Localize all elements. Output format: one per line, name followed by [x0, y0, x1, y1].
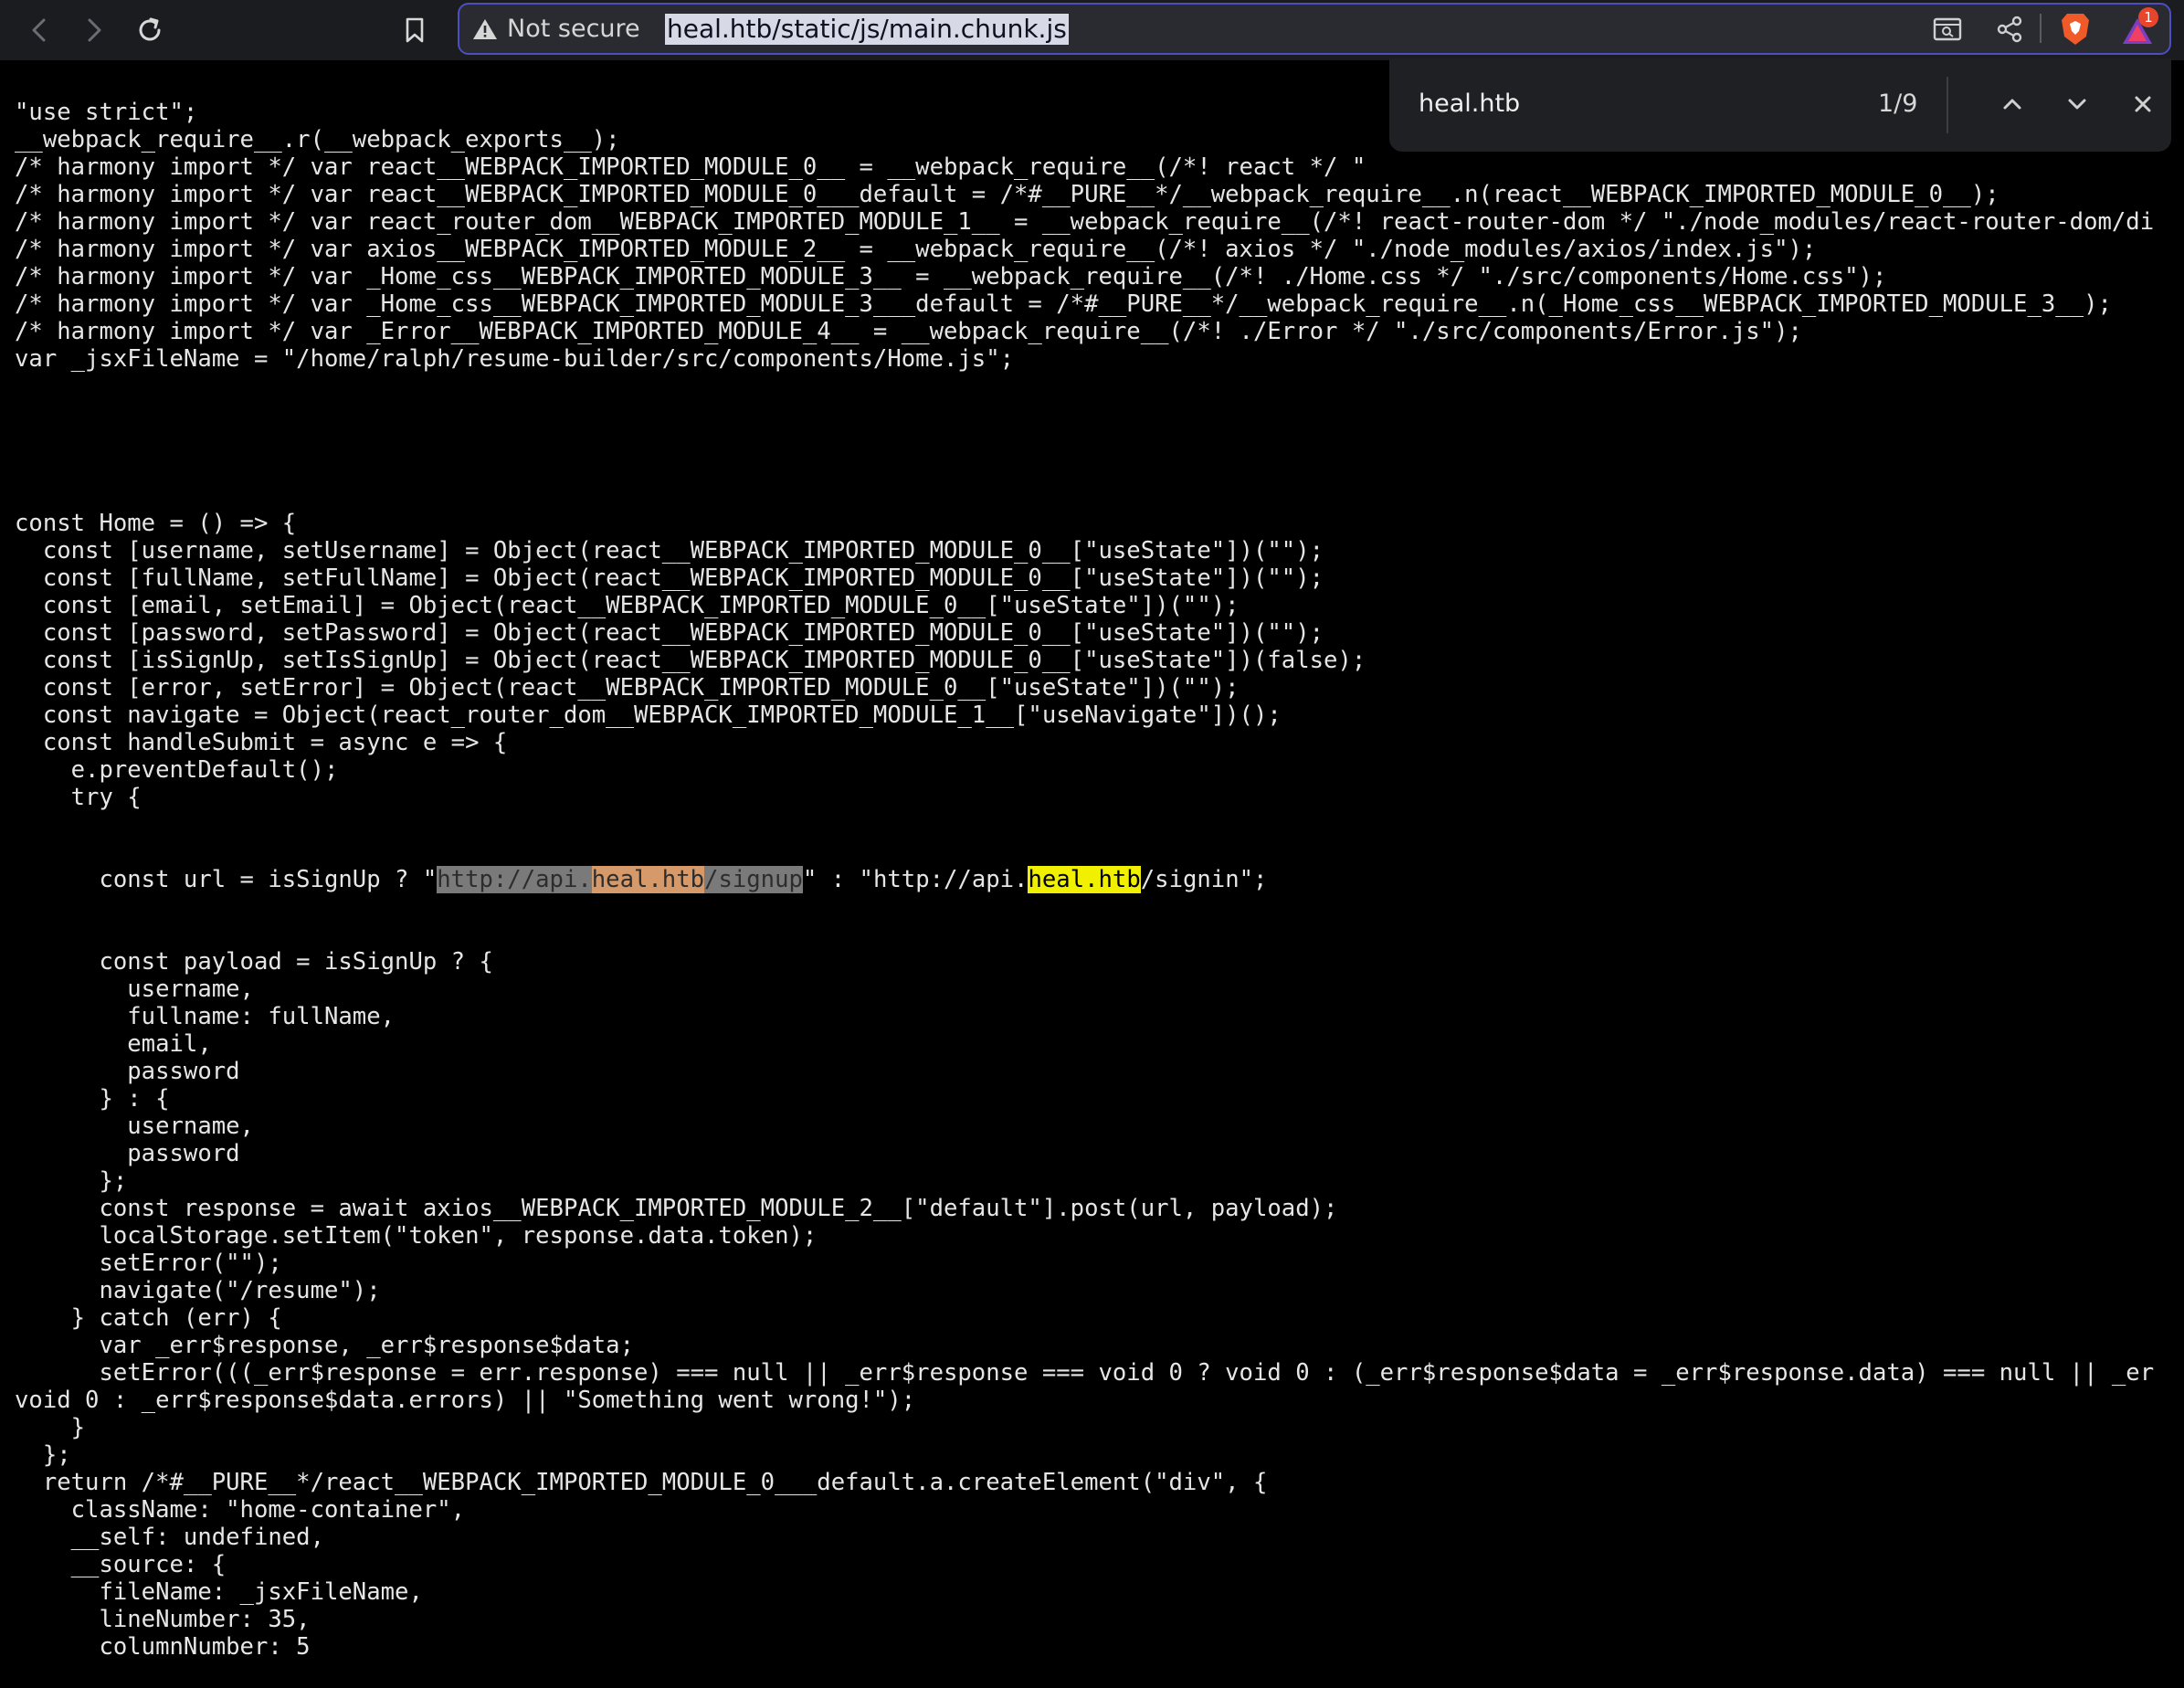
reader-icon [1933, 17, 1962, 41]
code-text: http://api. [437, 866, 592, 893]
bookmark-button[interactable] [393, 8, 437, 52]
code-line: } : { [15, 1085, 170, 1113]
share-icon [1997, 16, 2022, 43]
code-line: const [isSignUp, setIsSignUp] = Object(r… [15, 647, 1366, 674]
security-indicator[interactable]: Not secure [472, 5, 640, 53]
code-text: /signin"; [1140, 866, 1268, 893]
code-line: const [password, setPassword] = Object(r… [15, 619, 1324, 647]
address-bar[interactable]: Not secure heal.htb/static/js/main.chunk… [458, 3, 2171, 55]
current-match-url: http://api.heal.htb/signup [437, 866, 803, 893]
arrow-right-icon [88, 18, 101, 42]
notification-badge: 1 [2138, 7, 2158, 27]
code-line: /* harmony import */ var axios__WEBPACK_… [15, 236, 1817, 263]
code-line: } [15, 1414, 86, 1441]
code-text: " : "http://api. [802, 866, 1029, 893]
arrow-left-icon [32, 18, 46, 42]
find-input[interactable]: heal.htb [1419, 90, 1520, 118]
code-line: const handleSubmit = async e => { [15, 729, 508, 756]
reload-icon [139, 17, 161, 41]
code-line: const payload = isSignUp ? { [15, 948, 493, 976]
code-line: }; [15, 1441, 71, 1469]
reader-mode-button[interactable] [1929, 11, 1966, 47]
share-button[interactable] [1991, 11, 2028, 47]
code-text: /signup [704, 866, 803, 893]
chevron-up-icon [2003, 99, 2021, 110]
code-line: /* harmony import */ var react__WEBPACK_… [15, 153, 1366, 181]
code-line: setError(""); [15, 1250, 282, 1277]
code-line-url: const url = isSignUp ? "http://api.heal.… [15, 866, 2154, 893]
code-line: var _jsxFileName = "/home/ralph/resume-b… [15, 345, 1015, 373]
code-line: } catch (err) { [15, 1304, 282, 1332]
back-button[interactable] [18, 8, 62, 52]
code-line: navigate("/resume"); [15, 1277, 381, 1304]
code-line: localStorage.setItem("token", response.d… [15, 1222, 818, 1250]
code-line: return /*#__PURE__*/react__WEBPACK_IMPOR… [15, 1469, 1268, 1496]
find-close-button[interactable] [2125, 86, 2161, 122]
code-line: }; [15, 1167, 128, 1195]
forward-button[interactable] [71, 8, 115, 52]
code-line: __self: undefined, [15, 1524, 324, 1551]
warning-icon [473, 18, 497, 39]
code-line: password [15, 1058, 240, 1085]
code-line: void 0 : _err$response$data.errors) || "… [15, 1387, 916, 1414]
code-line: columnNumber: 5 [15, 1633, 311, 1661]
code-line: e.preventDefault(); [15, 756, 339, 784]
code-line: const [username, setUsername] = Object(r… [15, 537, 1324, 564]
url-text[interactable]: heal.htb/static/js/main.chunk.js [665, 14, 1069, 45]
code-line: const [fullName, setFullName] = Object(r… [15, 564, 1324, 592]
code-line: const Home = () => { [15, 510, 297, 537]
code-line: fileName: _jsxFileName, [15, 1578, 423, 1606]
code-line: /* harmony import */ var react__WEBPACK_… [15, 181, 1999, 208]
code-line: username, [15, 976, 254, 1003]
find-match-count: 1/9 [1878, 90, 1918, 118]
code-line: var _err$response, _err$response$data; [15, 1332, 634, 1359]
code-block-bottom: const payload = isSignUp ? { username, f… [15, 948, 2154, 1661]
reload-button[interactable] [128, 8, 172, 52]
code-block-top: "use strict"; __webpack_require__.r(__web… [15, 99, 2154, 811]
find-next-button[interactable] [2059, 86, 2095, 122]
code-line: username, [15, 1113, 254, 1140]
source-code-view: "use strict"; __webpack_require__.r(__web… [15, 44, 2154, 1688]
current-search-match: heal.htb [591, 866, 705, 893]
not-secure-label: Not secure [507, 15, 640, 43]
find-in-page-bar: heal.htb 1/9 [1389, 58, 2171, 152]
browser-toolbar: Not secure heal.htb/static/js/main.chunk… [0, 0, 2184, 60]
bookmark-icon [406, 17, 424, 43]
code-line: /* harmony import */ var _Home_css__WEBP… [15, 263, 1887, 290]
code-line: setError(((_err$response = err.response)… [15, 1359, 2155, 1387]
code-line: const [email, setEmail] = Object(react__… [15, 592, 1240, 619]
code-line: const navigate = Object(react_router_dom… [15, 702, 1282, 729]
find-previous-button[interactable] [1994, 86, 2031, 122]
close-icon [2135, 96, 2151, 112]
code-line: email, [15, 1030, 212, 1058]
toolbar-separator [2040, 14, 2042, 43]
code-line: fullname: fullName, [15, 1003, 396, 1030]
code-line: password [15, 1140, 240, 1167]
code-line: /* harmony import */ var _Home_css__WEBP… [15, 290, 2112, 318]
code-line: /* harmony import */ var react_router_do… [15, 208, 2155, 236]
code-line: const [error, setError] = Object(react__… [15, 674, 1240, 702]
find-separator [1947, 77, 1948, 133]
code-line: try { [15, 784, 142, 811]
search-match: heal.htb [1028, 866, 1141, 893]
code-line: className: "home-container", [15, 1496, 466, 1524]
code-text: const url = isSignUp ? " [15, 866, 438, 893]
code-line: lineNumber: 35, [15, 1606, 311, 1633]
code-line: /* harmony import */ var _Error__WEBPACK… [15, 318, 1802, 345]
code-line: __source: { [15, 1551, 227, 1578]
code-line: const response = await axios__WEBPACK_IM… [15, 1195, 1338, 1222]
chevron-down-icon [2068, 99, 2086, 110]
brave-lion-icon [2062, 14, 2089, 45]
brave-shields-button[interactable] [2055, 9, 2095, 49]
